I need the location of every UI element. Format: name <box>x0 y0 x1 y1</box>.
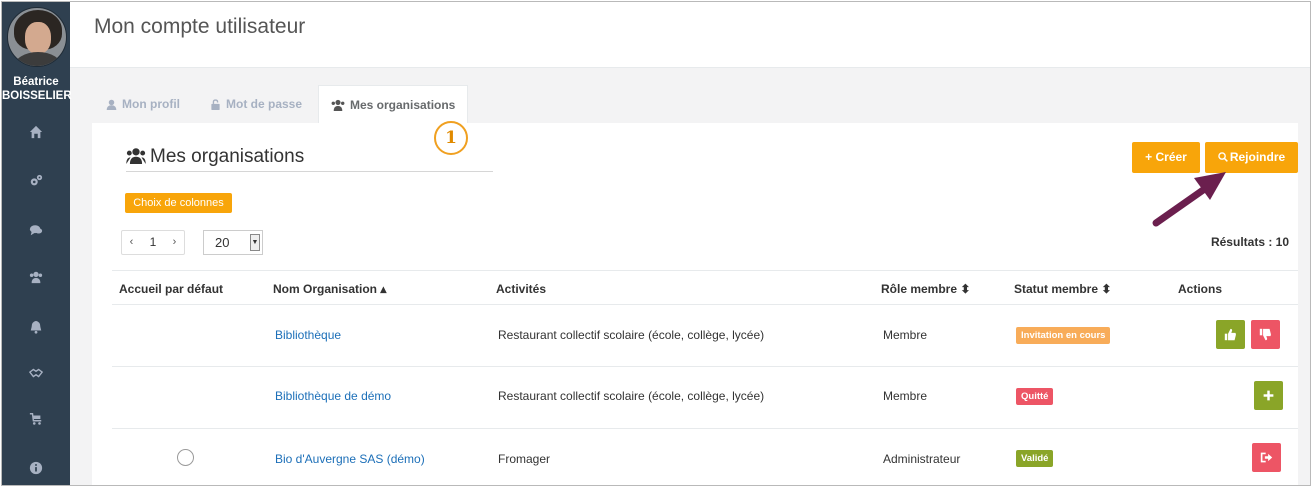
user-last-name: BOISSELIER <box>2 90 72 102</box>
table-row: Bio d'Auvergne SAS (démo) Fromager Admin… <box>112 429 1298 491</box>
section-title-text: Mes organisations <box>150 146 305 167</box>
org-role: Administrateur <box>883 452 961 466</box>
decline-button[interactable] <box>1251 320 1280 349</box>
users-icon <box>126 148 146 164</box>
tab-organisations-label: Mes organisations <box>350 98 456 112</box>
annotation-arrow <box>1152 172 1226 227</box>
results-count: Résultats : 10 <box>1210 235 1289 249</box>
column-chooser-button[interactable]: Choix de colonnes <box>125 193 232 213</box>
user-first-name: Béatrice <box>13 76 59 88</box>
col-role[interactable]: Rôle membre ⬍ <box>881 282 970 296</box>
table-header: Accueil par défaut Nom Organisation ▴ Ac… <box>112 270 1298 305</box>
table-row: Bibliothèque de démo Restaurant collecti… <box>112 367 1298 429</box>
user-name: Béatrice BOISSELIER <box>2 75 72 103</box>
handshake-icon[interactable] <box>2 366 70 383</box>
table-row: Bibliothèque Restaurant collectif scolai… <box>112 305 1298 367</box>
rejoin-button[interactable] <box>1254 381 1283 410</box>
tab-password[interactable]: Mot de passe <box>198 85 314 123</box>
tab-organisations[interactable]: Mes organisations <box>318 85 468 123</box>
page-size-select[interactable]: 20 ▼ <box>203 230 263 255</box>
page-header: Mon compte utilisateur <box>70 2 1310 68</box>
org-name-link[interactable]: Bio d'Auvergne SAS (démo) <box>275 452 425 466</box>
col-name[interactable]: Nom Organisation ▴ <box>273 282 386 296</box>
comments-icon[interactable] <box>2 223 70 240</box>
sign-out-icon <box>1260 452 1273 463</box>
sidebar: Béatrice BOISSELIER <box>2 2 72 485</box>
avatar[interactable] <box>7 7 67 67</box>
plus-icon <box>1263 390 1274 401</box>
accept-button[interactable] <box>1216 320 1245 349</box>
join-button-label: Rejoindre <box>1229 150 1286 164</box>
leave-button[interactable] <box>1252 443 1281 472</box>
col-activities: Activités <box>496 282 547 296</box>
org-role: Membre <box>883 328 928 342</box>
users-icon <box>331 88 345 126</box>
status-badge: Quitté <box>1016 388 1054 405</box>
status-badge: Invitation en cours <box>1016 327 1111 344</box>
pager-prev-button[interactable]: ‹ <box>122 231 141 254</box>
home-icon[interactable] <box>2 125 70 142</box>
cart-icon[interactable] <box>2 412 70 429</box>
org-activities: Restaurant collectif scolaire (école, co… <box>498 328 765 342</box>
org-name-link[interactable]: Bibliothèque <box>275 328 341 342</box>
org-activities: Fromager <box>498 452 551 466</box>
bell-icon[interactable] <box>2 320 70 337</box>
cogs-icon[interactable] <box>2 174 70 191</box>
page-size-value: 20 <box>215 235 230 250</box>
user-icon <box>106 87 117 125</box>
pagination: ‹ 1 › <box>121 230 185 255</box>
org-role: Membre <box>883 389 928 403</box>
thumbs-up-icon <box>1224 328 1236 341</box>
col-default-home: Accueil par défaut <box>119 282 224 296</box>
tab-password-label: Mot de passe <box>226 97 303 111</box>
tab-profile-label: Mon profil <box>122 97 180 111</box>
thumbs-down-icon <box>1259 328 1271 341</box>
dropdown-arrow-icon: ▼ <box>250 234 260 251</box>
col-status[interactable]: Statut membre ⬍ <box>1014 282 1111 296</box>
pager-page-1[interactable]: 1 <box>141 231 165 254</box>
section-title: Mes organisations <box>126 146 493 172</box>
lock-icon <box>210 87 221 125</box>
page-title: Mon compte utilisateur <box>94 15 306 38</box>
info-icon[interactable] <box>2 461 70 478</box>
org-activities: Restaurant collectif scolaire (école, co… <box>498 389 765 403</box>
status-badge: Validé <box>1016 450 1054 467</box>
org-name-link[interactable]: Bibliothèque de démo <box>275 389 391 403</box>
col-actions: Actions <box>1178 282 1223 296</box>
pager-next-button[interactable]: › <box>165 231 184 254</box>
default-home-radio[interactable] <box>177 449 194 466</box>
tab-profile[interactable]: Mon profil <box>94 85 192 123</box>
users-icon[interactable] <box>2 270 70 287</box>
